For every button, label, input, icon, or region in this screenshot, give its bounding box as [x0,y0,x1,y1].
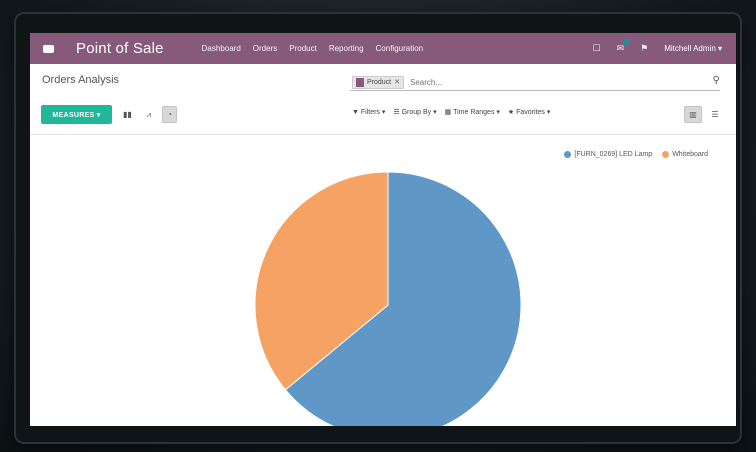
main-menu: Dashboard Orders Product Reporting Confi… [202,44,423,53]
pie-chart [254,171,522,426]
control-panel: Orders Analysis Product ✕ ⚲ MEASURES ▾ ▮… [30,64,736,135]
filters-dropdown[interactable]: ▼ Filters ▾ [352,108,385,116]
menu-configuration[interactable]: Configuration [376,44,424,53]
page-title: Orders Analysis [42,74,120,86]
chart-area: [FURN_0269] LED Lamp Whiteboard [30,135,736,426]
measures-button[interactable]: MEASURES ▾ [41,105,112,124]
graph-view-icon[interactable]: ▥ [684,106,702,123]
top-navbar: Point of Sale Dashboard Orders Product R… [30,33,736,64]
search-icon[interactable]: ⚲ [713,75,720,86]
menu-orders[interactable]: Orders [253,44,277,53]
chat-icon[interactable]: ✉ [617,39,630,54]
menu-dashboard[interactable]: Dashboard [202,44,241,53]
favorites-dropdown[interactable]: ★ Favorites ▾ [508,108,550,116]
apps-menu-icon[interactable] [40,33,56,64]
view-switcher: ▥ ☰ [684,106,724,123]
search-options: ▼ Filters ▾ ☰ Group By ▾ ▦ Time Ranges ▾… [352,108,550,116]
chart-type-switcher: ▮▮ ⩘ ◔ [120,106,177,123]
menu-reporting[interactable]: Reporting [329,44,364,53]
search-input[interactable] [408,76,612,88]
app-window: Point of Sale Dashboard Orders Product R… [30,33,736,426]
search-bar: Product ✕ ⚲ [350,74,720,91]
pivot-view-icon[interactable]: ☰ [706,106,724,123]
phone-icon[interactable]: ☐ [592,43,600,54]
time-ranges-dropdown[interactable]: ▦ Time Ranges ▾ [445,108,500,116]
facet-group-icon [356,77,364,87]
navbar-systray: ☐ ✉ ⚑ Mitchell Admin ▾ [592,33,722,64]
pie-chart-icon[interactable]: ◔ [162,106,177,123]
menu-product[interactable]: Product [289,44,317,53]
group-by-dropdown[interactable]: ☰ Group By ▾ [393,108,436,116]
bar-chart-icon[interactable]: ▮▮ [120,106,135,123]
search-facet[interactable]: Product ✕ [352,75,404,89]
user-menu[interactable]: Mitchell Admin ▾ [664,44,722,53]
facet-remove-icon[interactable]: ✕ [394,78,400,86]
app-brand: Point of Sale [76,40,164,57]
notification-dot [623,39,630,45]
line-chart-icon[interactable]: ⩘ [141,106,156,123]
activity-clock-icon[interactable]: ⚑ [640,43,648,54]
facet-label: Product [367,78,392,86]
